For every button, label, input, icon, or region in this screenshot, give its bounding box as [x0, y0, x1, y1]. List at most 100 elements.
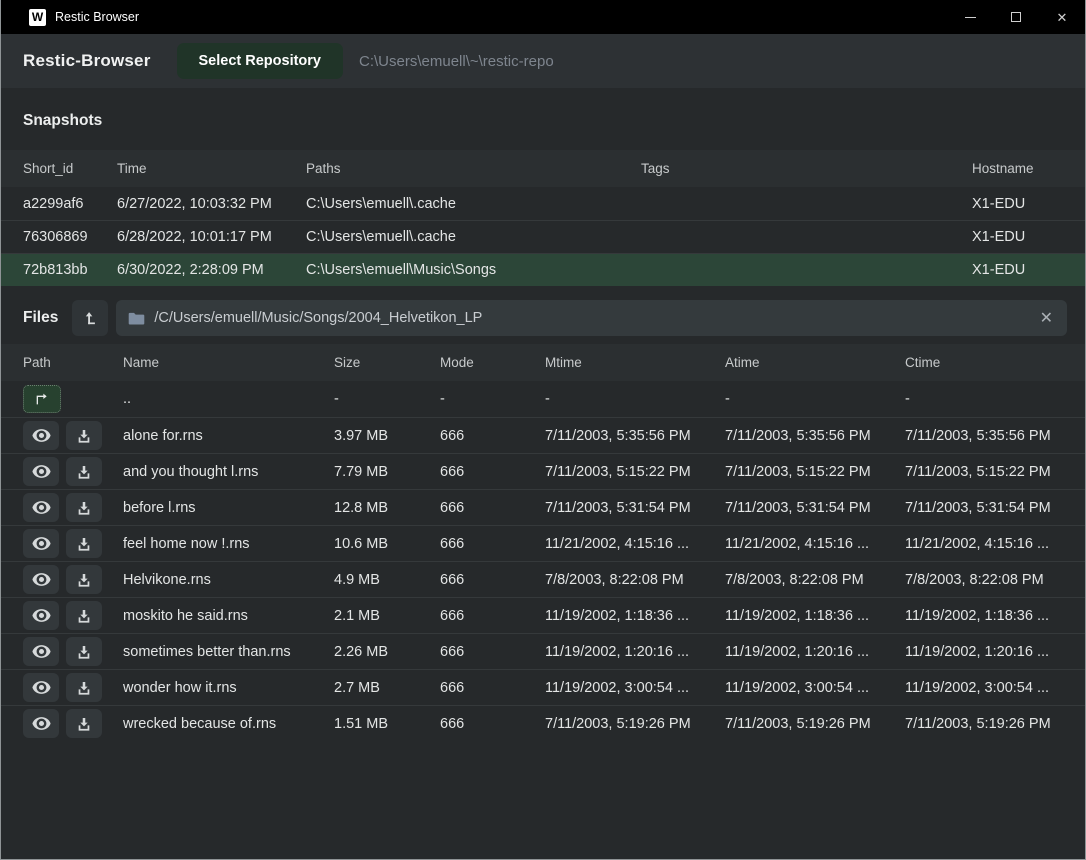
file-size: 2.1 MB — [334, 608, 440, 624]
column-header-mtime: Mtime — [545, 355, 725, 370]
column-header-time: Time — [117, 161, 306, 176]
files-path-field[interactable]: ✕ — [116, 300, 1067, 336]
download-icon — [76, 608, 92, 624]
preview-file-button[interactable] — [23, 493, 59, 522]
preview-file-button[interactable] — [23, 457, 59, 486]
parent-directory-row: .. - - - - - — [1, 381, 1085, 417]
file-mtime: 11/19/2002, 3:00:54 ... — [545, 680, 725, 696]
file-size: 7.79 MB — [334, 464, 440, 480]
file-atime: 11/21/2002, 4:15:16 ... — [725, 536, 905, 552]
file-mode: 666 — [440, 572, 545, 588]
files-title: Files — [23, 309, 58, 327]
parent-row-mtime: - — [545, 391, 725, 407]
download-file-button[interactable] — [66, 457, 102, 486]
snapshots-table-body: a2299af6 6/27/2022, 10:03:32 PM C:\Users… — [1, 187, 1085, 286]
maximize-button[interactable] — [993, 0, 1039, 34]
files-path-input[interactable] — [154, 310, 1037, 326]
preview-file-button[interactable] — [23, 709, 59, 738]
eye-icon — [32, 716, 51, 731]
snapshot-row[interactable]: a2299af6 6/27/2022, 10:03:32 PM C:\Users… — [1, 187, 1085, 220]
preview-file-button[interactable] — [23, 565, 59, 594]
preview-file-button[interactable] — [23, 637, 59, 666]
file-name: and you thought l.rns — [123, 464, 334, 480]
download-file-button[interactable] — [66, 673, 102, 702]
minimize-icon — [965, 17, 976, 18]
file-row: sometimes better than.rns 2.26 MB 666 11… — [1, 633, 1085, 669]
file-ctime: 7/11/2003, 5:15:22 PM — [905, 464, 1063, 480]
folder-icon — [128, 311, 145, 326]
download-file-button[interactable] — [66, 421, 102, 450]
minimize-button[interactable] — [947, 0, 993, 34]
column-header-ctime: Ctime — [905, 355, 1063, 370]
select-repository-button[interactable]: Select Repository — [177, 43, 344, 79]
snapshot-hostname: X1-EDU — [972, 262, 1063, 278]
file-mtime: 7/11/2003, 5:31:54 PM — [545, 500, 725, 516]
file-size: 2.26 MB — [334, 644, 440, 660]
file-size: 10.6 MB — [334, 536, 440, 552]
file-row: and you thought l.rns 7.79 MB 666 7/11/2… — [1, 453, 1085, 489]
download-file-button[interactable] — [66, 565, 102, 594]
file-mode: 666 — [440, 536, 545, 552]
files-section-header: Files ✕ — [1, 286, 1085, 344]
file-mtime: 7/11/2003, 5:19:26 PM — [545, 716, 725, 732]
app-icon: W — [29, 9, 46, 26]
file-atime: 7/11/2003, 5:15:22 PM — [725, 464, 905, 480]
file-mtime: 11/19/2002, 1:20:16 ... — [545, 644, 725, 660]
snapshots-section-header: Snapshots — [1, 88, 1085, 150]
snapshot-paths: C:\Users\emuell\.cache — [306, 229, 641, 245]
file-ctime: 11/19/2002, 1:20:16 ... — [905, 644, 1063, 660]
download-file-button[interactable] — [66, 637, 102, 666]
snapshot-short-id: 76306869 — [23, 229, 117, 245]
snapshot-paths: C:\Users\emuell\Music\Songs — [306, 262, 641, 278]
column-header-hostname: Hostname — [972, 161, 1063, 176]
download-file-button[interactable] — [66, 493, 102, 522]
snapshots-table-header: Short_id Time Paths Tags Hostname — [1, 150, 1085, 187]
clear-path-button[interactable]: ✕ — [1038, 308, 1055, 328]
column-header-size: Size — [334, 355, 440, 370]
download-icon — [76, 680, 92, 696]
file-ctime: 7/11/2003, 5:31:54 PM — [905, 500, 1063, 516]
parent-row-size: - — [334, 391, 440, 407]
file-row: before l.rns 12.8 MB 666 7/11/2003, 5:31… — [1, 489, 1085, 525]
close-icon: ✕ — [1057, 11, 1068, 24]
restore-snapshot-button[interactable] — [72, 300, 108, 336]
go-to-parent-button[interactable] — [23, 385, 61, 413]
file-row: wrecked because of.rns 1.51 MB 666 7/11/… — [1, 705, 1085, 741]
download-file-button[interactable] — [66, 601, 102, 630]
preview-file-button[interactable] — [23, 673, 59, 702]
snapshot-row[interactable]: 76306869 6/28/2022, 10:01:17 PM C:\Users… — [1, 220, 1085, 253]
close-button[interactable]: ✕ — [1039, 0, 1085, 34]
file-atime: 7/11/2003, 5:31:54 PM — [725, 500, 905, 516]
eye-icon — [32, 644, 51, 659]
parent-row-atime: - — [725, 391, 905, 407]
download-icon — [76, 428, 92, 444]
file-ctime: 11/19/2002, 3:00:54 ... — [905, 680, 1063, 696]
file-name: wrecked because of.rns — [123, 716, 334, 732]
snapshot-row[interactable]: 72b813bb 6/30/2022, 2:28:09 PM C:\Users\… — [1, 253, 1085, 286]
file-mtime: 11/21/2002, 4:15:16 ... — [545, 536, 725, 552]
app-header: Restic-Browser Select Repository C:\User… — [1, 34, 1085, 88]
download-icon — [76, 572, 92, 588]
file-size: 3.97 MB — [334, 428, 440, 444]
column-header-short-id: Short_id — [23, 161, 117, 176]
app-title: Restic-Browser — [23, 51, 151, 71]
file-row: Helvikone.rns 4.9 MB 666 7/8/2003, 8:22:… — [1, 561, 1085, 597]
preview-file-button[interactable] — [23, 421, 59, 450]
file-name: Helvikone.rns — [123, 572, 334, 588]
download-icon — [76, 644, 92, 660]
file-atime: 7/11/2003, 5:35:56 PM — [725, 428, 905, 444]
download-file-button[interactable] — [66, 529, 102, 558]
eye-icon — [32, 680, 51, 695]
file-row: moskito he said.rns 2.1 MB 666 11/19/200… — [1, 597, 1085, 633]
preview-file-button[interactable] — [23, 529, 59, 558]
snapshots-title: Snapshots — [23, 112, 102, 129]
file-mtime: 11/19/2002, 1:18:36 ... — [545, 608, 725, 624]
arrow-up-from-base-icon — [82, 310, 99, 327]
download-file-button[interactable] — [66, 709, 102, 738]
snapshot-time: 6/30/2022, 2:28:09 PM — [117, 262, 306, 278]
eye-icon — [32, 500, 51, 515]
column-header-name: Name — [123, 355, 334, 370]
download-icon — [76, 716, 92, 732]
preview-file-button[interactable] — [23, 601, 59, 630]
file-name: feel home now !.rns — [123, 536, 334, 552]
